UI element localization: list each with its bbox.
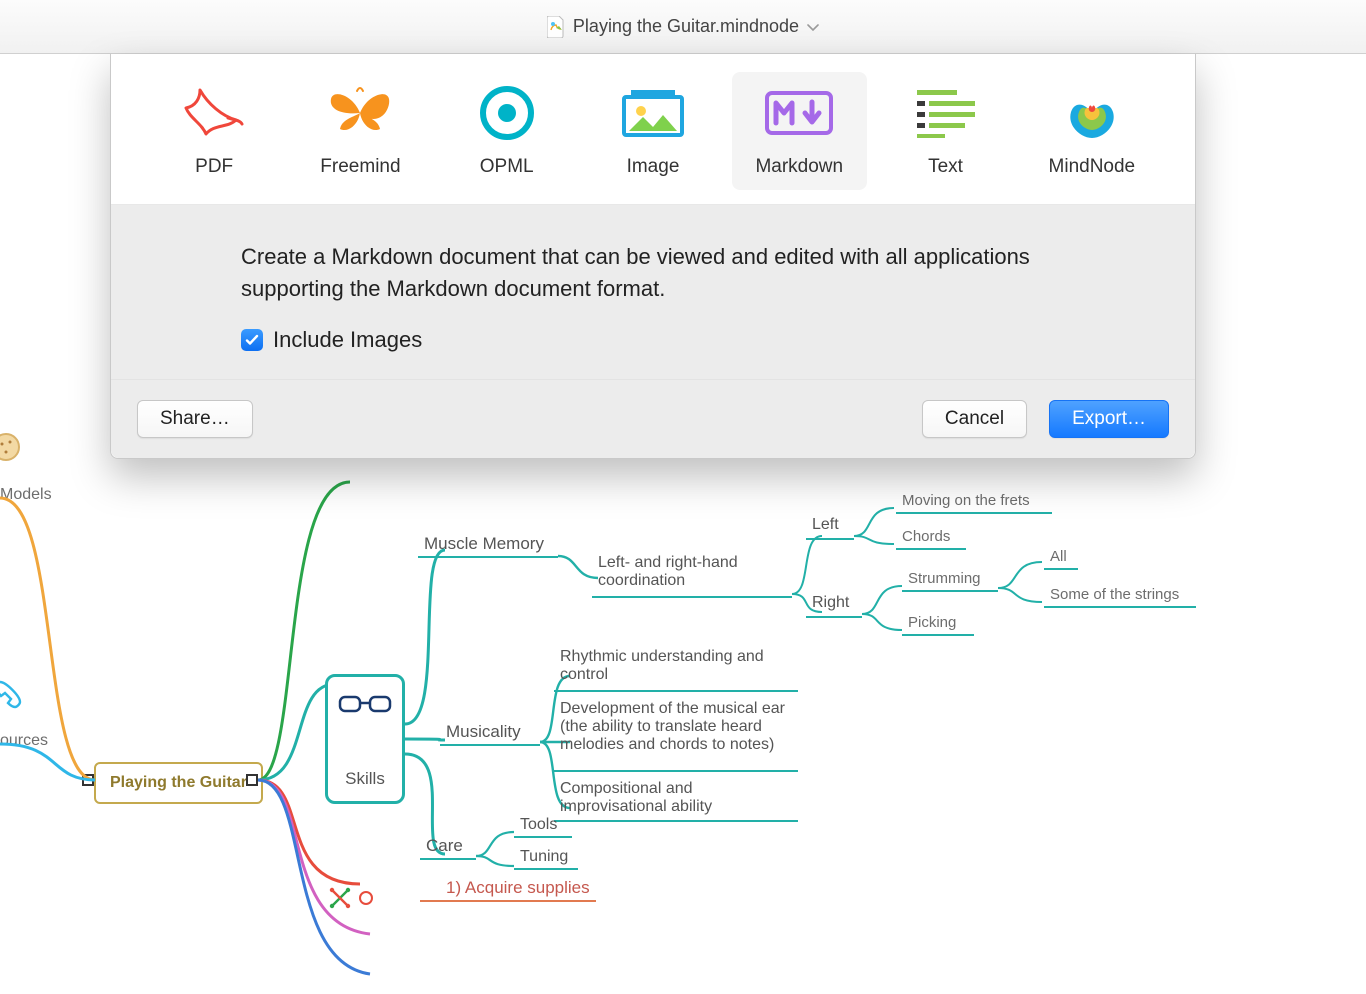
node-label[interactable]: Tools [520,816,557,834]
format-image[interactable]: Image [585,72,720,190]
node-label[interactable]: Left [812,516,839,534]
skills-node[interactable]: Skills [325,674,405,804]
node-label[interactable]: Moving on the frets [902,492,1030,509]
butterfly-icon [325,84,395,142]
include-images-label: Include Images [273,327,422,353]
chevron-down-icon[interactable] [807,19,819,35]
format-mindnode[interactable]: MindNode [1024,72,1159,190]
crossed-arrows-icon [328,884,378,910]
markdown-icon [764,84,834,142]
node-label[interactable]: Muscle Memory [424,534,544,554]
format-freemind[interactable]: Freemind [293,72,428,190]
export-button[interactable]: Export… [1049,400,1169,438]
export-dialog: PDF Freemind OPML Image Markdown [110,54,1196,459]
phone-icon [0,678,28,712]
node-label[interactable]: Right [812,594,849,612]
document-title: Playing the Guitar.mindnode [573,16,799,37]
include-images-checkbox[interactable] [241,329,263,351]
glasses-icon [338,693,392,717]
format-opml[interactable]: OPML [439,72,574,190]
description-area: Create a Markdown document that can be v… [111,205,1195,380]
target-icon [480,84,534,142]
dialog-button-row: Share… Cancel Export… [111,380,1195,458]
document-icon [547,16,565,38]
node-handle-right[interactable] [246,774,258,786]
text-lines-icon [917,84,975,142]
node-label[interactable]: Care [426,836,463,856]
window-titlebar: Playing the Guitar.mindnode [0,0,1366,54]
mindnode-icon [1061,84,1123,142]
format-pdf[interactable]: PDF [147,72,282,190]
node-label[interactable]: Some of the strings [1050,586,1179,603]
node-label[interactable]: Picking [908,614,956,631]
format-text[interactable]: Text [878,72,1013,190]
node-label[interactable]: Strumming [908,570,981,587]
format-markdown[interactable]: Markdown [732,72,867,190]
node-label-cut: ources [0,732,48,750]
format-description: Create a Markdown document that can be v… [241,241,1065,305]
node-label[interactable]: Rhythmic understanding and control [560,648,790,684]
node-label[interactable]: Musicality [446,722,521,742]
node-label[interactable]: Left- and right-hand coordination [598,554,788,590]
share-button[interactable]: Share… [137,400,253,438]
node-label[interactable]: 1) Acquire supplies [446,878,590,898]
format-row: PDF Freemind OPML Image Markdown [111,54,1195,205]
image-icon [621,84,685,142]
node-label-cut: Models [0,486,52,504]
node-label[interactable]: Compositional and improvisational abilit… [560,780,790,816]
node-label[interactable]: Chords [902,528,950,545]
cancel-button[interactable]: Cancel [922,400,1027,438]
pdf-icon [182,84,246,142]
root-node[interactable]: Playing the Guitar [94,762,263,804]
node-handle-left[interactable] [82,774,94,786]
cookie-icon [0,432,24,462]
node-label[interactable]: Development of the musical ear (the abil… [560,700,790,754]
node-label[interactable]: Tuning [520,848,568,866]
node-label[interactable]: All [1050,548,1067,565]
